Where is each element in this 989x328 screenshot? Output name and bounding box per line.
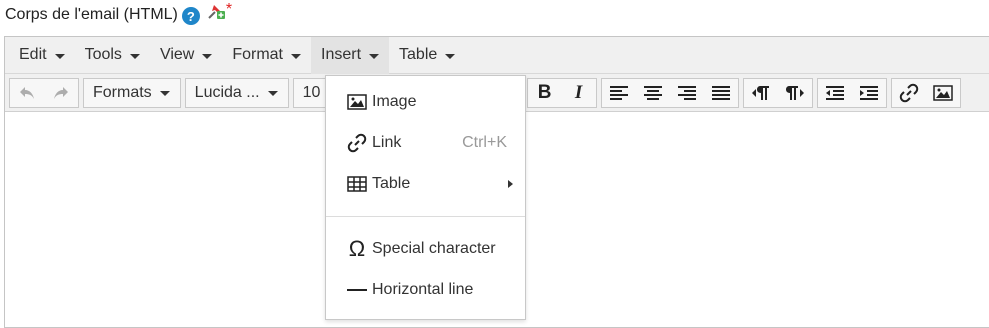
- font-family-select[interactable]: Lucida ...: [184, 77, 289, 108]
- alignment-group: [600, 77, 739, 108]
- rtl-button[interactable]: [778, 79, 812, 107]
- direction-group: [742, 77, 813, 108]
- help-icon[interactable]: ?: [181, 7, 200, 25]
- indent-icon: [859, 85, 878, 100]
- chevron-down-icon: [369, 53, 380, 59]
- pin-icon[interactable]: [206, 2, 226, 20]
- insert-menu-item-horizontal-line[interactable]: Horizontal line: [326, 273, 525, 307]
- insert-menu-item-link[interactable]: Link Ctrl+K: [326, 126, 525, 160]
- formats-select[interactable]: Formats: [83, 77, 181, 108]
- align-center-icon: [643, 85, 662, 100]
- insert-menu-label: Table: [372, 175, 411, 192]
- table-icon: [346, 173, 368, 195]
- chevron-down-icon: [445, 53, 456, 59]
- field-label: Corps de l'email (HTML): [5, 6, 178, 23]
- insert-menu-item-table[interactable]: Table: [326, 167, 525, 201]
- align-right-icon: [677, 85, 696, 100]
- font-family-label: Lucida ...: [194, 83, 260, 101]
- align-justify-button[interactable]: [704, 79, 738, 107]
- ltr-button[interactable]: [744, 79, 778, 107]
- align-justify-icon: [711, 85, 730, 100]
- chevron-down-icon: [54, 53, 65, 59]
- image-icon: [932, 84, 953, 101]
- menu-divider: [326, 216, 525, 217]
- menu-table[interactable]: Table: [389, 37, 465, 74]
- outdent-button[interactable]: [818, 79, 852, 107]
- image-icon: [346, 91, 368, 113]
- chevron-down-icon: [159, 91, 170, 96]
- chevron-right-icon: [508, 180, 513, 188]
- chevron-down-icon: [291, 53, 301, 59]
- align-right-button[interactable]: [670, 79, 704, 107]
- link-button[interactable]: [892, 79, 926, 107]
- redo-icon: [54, 86, 68, 99]
- menu-insert[interactable]: Insert: [311, 36, 390, 74]
- font-size-label: 10: [302, 83, 321, 101]
- insert-menu-label: Special character: [372, 240, 496, 257]
- chevron-down-icon: [202, 53, 213, 59]
- field-label-row: Corps de l'email (HTML) ? *: [5, 1, 233, 26]
- redo-button[interactable]: [44, 79, 78, 107]
- insert-menu-label: Image: [372, 93, 417, 110]
- menu-view[interactable]: View: [150, 37, 222, 74]
- indent-button[interactable]: [852, 79, 886, 107]
- history-group: [9, 77, 79, 108]
- rtl-icon: [785, 85, 804, 100]
- indent-group: [816, 77, 887, 108]
- menu-view-label: View: [159, 46, 195, 63]
- ltr-icon: [751, 85, 769, 100]
- horizontal-line-icon: [346, 279, 368, 301]
- align-center-button[interactable]: [636, 79, 670, 107]
- menu-insert-label: Insert: [321, 46, 362, 63]
- chevron-down-icon: [267, 91, 278, 96]
- insert-menu-label: Link: [372, 134, 402, 151]
- insert-menu-label: Horizontal line: [372, 281, 474, 298]
- bold-button[interactable]: B: [528, 79, 562, 107]
- required-indicator: *: [225, 1, 233, 18]
- shortcut-hint: Ctrl+K: [462, 134, 507, 151]
- italic-button[interactable]: I: [562, 79, 596, 107]
- undo-icon: [20, 86, 34, 99]
- align-left-icon: [609, 85, 628, 100]
- align-left-button[interactable]: [602, 79, 636, 107]
- menu-tools[interactable]: Tools: [75, 37, 150, 74]
- menu-edit-label: Edit: [19, 46, 47, 63]
- menu-format[interactable]: Format: [222, 37, 311, 74]
- menu-format-label: Format: [232, 46, 283, 63]
- omega-icon: Ω: [348, 236, 366, 261]
- outdent-icon: [825, 85, 844, 100]
- menu-table-label: Table: [399, 46, 438, 63]
- text-style-group: B I: [526, 77, 597, 108]
- image-button[interactable]: [926, 79, 960, 107]
- italic-icon: I: [574, 81, 583, 103]
- chevron-down-icon: [129, 53, 140, 59]
- undo-button[interactable]: [10, 79, 44, 107]
- insert-menu-item-special-character[interactable]: Ω Special character: [326, 232, 525, 266]
- insert-menu-item-image[interactable]: Image: [326, 85, 525, 119]
- link-icon: [899, 83, 918, 102]
- formats-label: Formats: [93, 83, 152, 101]
- bold-icon: B: [537, 81, 552, 103]
- insert-group: [890, 77, 961, 108]
- link-icon: [346, 132, 368, 154]
- insert-menu-dropdown: Image Link Ctrl+K Table Ω Special charac…: [325, 75, 526, 320]
- editor-menubar: Edit Tools View Format Insert Table: [5, 36, 989, 74]
- menu-edit[interactable]: Edit: [9, 37, 75, 74]
- menu-tools-label: Tools: [84, 46, 122, 63]
